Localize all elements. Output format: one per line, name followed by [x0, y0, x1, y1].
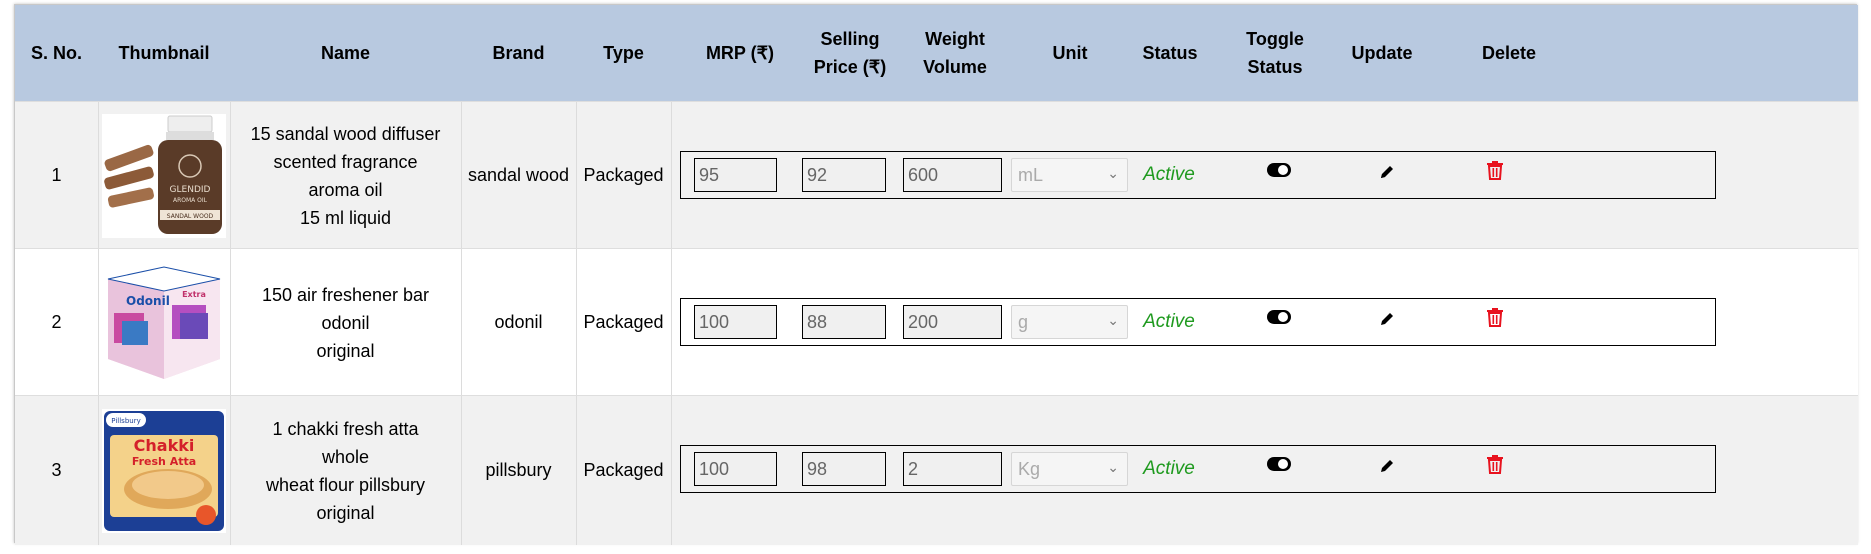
header-delete: Delete — [1481, 43, 1537, 63]
mrp-input[interactable]: 95 — [694, 158, 777, 192]
selling-price-input[interactable]: 88 — [802, 305, 886, 339]
svg-text:Chakki: Chakki — [134, 436, 195, 455]
table-row: 3 Pillsbury Chakki Fresh Atta 1 chakki f… — [15, 395, 1858, 545]
header-mrp: MRP (₹) — [705, 43, 775, 63]
product-type: Packaged — [583, 460, 664, 480]
product-name: 15 sandal wood diffuser scented fragrance… — [250, 123, 441, 228]
svg-text:Odonil: Odonil — [126, 294, 170, 308]
unit-select-value: g — [1018, 312, 1029, 332]
weight-volume-input[interactable]: 600 — [903, 158, 1002, 192]
svg-text:AROMA OIL: AROMA OIL — [173, 197, 208, 204]
toggle-on-icon[interactable] — [1266, 456, 1292, 472]
mrp-input[interactable]: 100 — [694, 452, 777, 486]
product-thumbnail: GLENDID AROMA OIL SANDAL WOOD — [102, 113, 226, 238]
header-weight-volume: Weight Volume — [923, 29, 987, 77]
selling-price-input[interactable]: 98 — [802, 452, 886, 486]
product-name: 1 chakki fresh atta whole wheat flour pil… — [265, 418, 426, 523]
product-type: Packaged — [583, 165, 664, 185]
header-update: Update — [1351, 43, 1413, 63]
unit-select-value: Kg — [1018, 459, 1041, 479]
status-label: Active — [1143, 164, 1195, 185]
svg-text:GLENDID: GLENDID — [170, 185, 211, 195]
selling-price-input[interactable]: 92 — [802, 158, 886, 192]
table-header: S. No. Thumbnail Name Brand Type MRP (₹)… — [15, 5, 1858, 101]
svg-text:SANDAL WOOD: SANDAL WOOD — [167, 213, 214, 220]
thumbnail: Pillsbury Chakki Fresh Atta — [98, 396, 230, 545]
product-thumbnail: Odonil Extra — [102, 260, 226, 385]
weight-volume-input[interactable]: 2 — [903, 452, 1002, 486]
trash-icon[interactable] — [1486, 454, 1504, 474]
edit-row-box: 100 88 200 g ⌄ Active — [680, 298, 1716, 346]
product-brand: sandal wood — [467, 165, 570, 185]
product-name: 150 air freshener bar odonil original — [261, 284, 430, 361]
thumbnail: Odonil Extra — [98, 249, 230, 396]
unit-select-value: mL — [1018, 165, 1044, 185]
edit-row-box: 95 92 600 mL ⌄ Active — [680, 151, 1716, 199]
trash-icon[interactable] — [1486, 160, 1504, 180]
status-label: Active — [1143, 311, 1195, 332]
thumbnail: GLENDID AROMA OIL SANDAL WOOD — [98, 102, 230, 249]
svg-text:Fresh Atta: Fresh Atta — [132, 455, 196, 468]
toggle-on-icon[interactable] — [1266, 162, 1292, 178]
header-sno: S. No. — [30, 43, 82, 63]
table-row: 1 GLENDID AROMA OIL SANDAL WOOD 15 sanda… — [15, 101, 1858, 249]
header-type: Type — [603, 43, 644, 63]
svg-text:Pillsbury: Pillsbury — [111, 417, 140, 425]
header-status: Status — [1142, 43, 1198, 63]
mrp-input[interactable]: 100 — [694, 305, 777, 339]
row-sno: 2 — [51, 312, 62, 332]
header-selling-price: Selling Price (₹) — [813, 29, 887, 77]
product-brand: odonil — [494, 312, 543, 332]
row-sno: 3 — [51, 460, 62, 480]
header-name: Name — [320, 43, 371, 63]
header-toggle-status: Toggle Status — [1246, 29, 1304, 77]
product-type: Packaged — [583, 312, 664, 332]
row-sno: 1 — [51, 165, 62, 185]
table-row: 2 Odonil Extra 150 air freshener bar odo… — [15, 248, 1858, 396]
pencil-icon[interactable] — [1379, 311, 1395, 327]
svg-text:Extra: Extra — [182, 290, 206, 299]
product-thumbnail: Pillsbury Chakki Fresh Atta — [102, 408, 226, 533]
header-thumbnail: Thumbnail — [118, 43, 210, 63]
status-label: Active — [1143, 458, 1195, 479]
weight-volume-input[interactable]: 200 — [903, 305, 1002, 339]
header-unit: Unit — [1052, 43, 1088, 63]
toggle-on-icon[interactable] — [1266, 309, 1292, 325]
trash-icon[interactable] — [1486, 307, 1504, 327]
product-brand: pillsbury — [485, 460, 552, 480]
pencil-icon[interactable] — [1379, 164, 1395, 180]
header-brand: Brand — [492, 43, 545, 63]
edit-row-box: 100 98 2 Kg ⌄ Active — [680, 445, 1716, 493]
products-table: S. No. Thumbnail Name Brand Type MRP (₹)… — [14, 4, 1858, 545]
pencil-icon[interactable] — [1379, 458, 1395, 474]
